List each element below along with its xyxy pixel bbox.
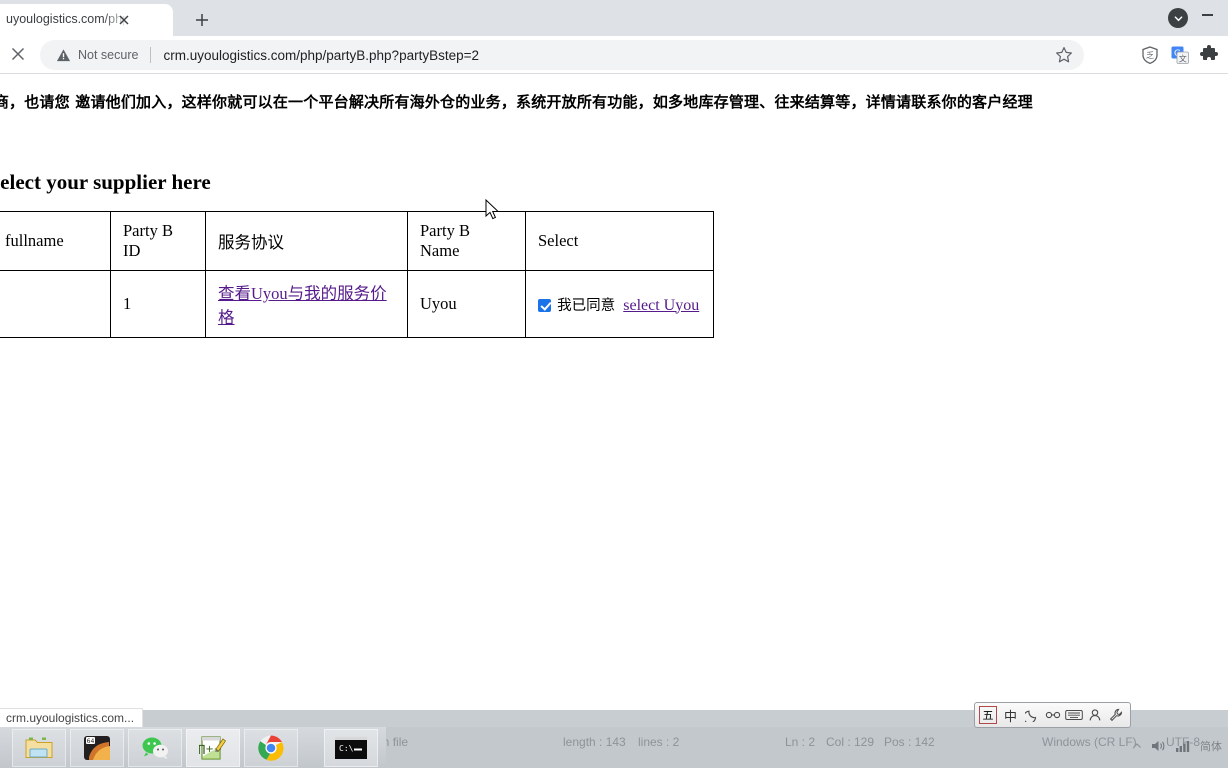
notepad-plus-plus-icon: ∏++ bbox=[199, 735, 227, 760]
moon-icon[interactable] bbox=[1021, 705, 1042, 725]
status-col: Col : 129 bbox=[826, 735, 875, 749]
ime-logo-icon[interactable]: 五 bbox=[979, 706, 997, 724]
browser-window: uyoulogistics.com/php/party bbox=[0, 0, 1228, 710]
taskbar-item-notepadpp[interactable]: ∏++ bbox=[186, 728, 240, 767]
cmd-icon: C:\ bbox=[335, 737, 367, 759]
ime-toolbar: 五 中 bbox=[974, 702, 1131, 728]
warning-triangle-icon bbox=[56, 48, 71, 61]
browser-tab[interactable]: uyoulogistics.com/php/party bbox=[0, 4, 173, 36]
star-icon[interactable] bbox=[1054, 45, 1074, 65]
browser-toolbar: Not secure crm.uyoulogistics.com/php/par… bbox=[0, 36, 1228, 74]
download-chevron-icon[interactable] bbox=[1168, 8, 1188, 28]
taskbar-item-chrome[interactable] bbox=[244, 728, 298, 767]
ime-mode-label[interactable]: 简体 bbox=[1200, 738, 1222, 754]
cell-agreement: 查看Uyou与我的服务价格 bbox=[205, 270, 408, 338]
cell-fullname bbox=[0, 270, 111, 338]
agreement-link[interactable]: 查看Uyou与我的服务价格 bbox=[218, 284, 387, 327]
shield-icon[interactable]: 乏 bbox=[1140, 45, 1160, 65]
chevron-up-icon[interactable] bbox=[1132, 741, 1142, 751]
omnibox-separator bbox=[150, 47, 152, 63]
minimize-button[interactable] bbox=[1190, 0, 1224, 30]
column-header-agreement: 服务协议 bbox=[205, 211, 408, 271]
google-translate-icon[interactable]: G 文 bbox=[1170, 45, 1190, 65]
punctuation-icon[interactable] bbox=[1042, 705, 1063, 725]
status-bubble: crm.uyoulogistics.com... bbox=[0, 708, 144, 727]
user-icon[interactable] bbox=[1084, 705, 1105, 725]
svg-text:C:\: C:\ bbox=[339, 744, 354, 753]
cell-party-b-name: Uyou bbox=[407, 270, 526, 338]
page-viewport: 而其他 服务供应商，也请您 邀请他们加入，这样你就可以在一个平台解决所有海外仓的… bbox=[0, 74, 1228, 710]
column-header-fullname: fullname bbox=[0, 211, 111, 271]
security-label: Not secure bbox=[78, 48, 139, 62]
agree-checkbox[interactable] bbox=[538, 298, 551, 312]
column-header-party-b-name: Party B Name bbox=[407, 211, 526, 271]
taskbar-item-command-prompt[interactable]: C:\ bbox=[324, 729, 378, 767]
tab-strip: uyoulogistics.com/php/party bbox=[0, 0, 1228, 36]
status-lines: lines : 2 bbox=[638, 735, 680, 749]
column-header-party-b-id: Party B ID bbox=[110, 211, 206, 271]
status-length: length : 143 bbox=[563, 735, 626, 749]
page-title: select your supplier here bbox=[0, 170, 211, 194]
taskbar-item-7zip[interactable]: 64 bbox=[70, 728, 124, 767]
agree-label: 我已同意 bbox=[557, 297, 616, 314]
column-header-select: Select bbox=[525, 211, 714, 271]
site-security-chip[interactable]: Not secure bbox=[56, 48, 138, 63]
svg-text:乏: 乏 bbox=[1146, 51, 1154, 60]
cell-select: 我已同意 select Uyou bbox=[525, 270, 714, 338]
status-ln: Ln : 2 bbox=[785, 735, 816, 749]
tab-title: uyoulogistics.com/php/party bbox=[6, 12, 128, 26]
select-supplier-link[interactable]: select Uyou bbox=[623, 297, 699, 314]
address-bar[interactable]: Not secure crm.uyoulogistics.com/php/par… bbox=[40, 40, 1084, 70]
folder-icon bbox=[25, 737, 53, 758]
system-tray: 简体 bbox=[1132, 738, 1222, 754]
status-eol: Windows (CR LF) bbox=[1042, 735, 1137, 749]
plus-icon bbox=[196, 14, 208, 26]
svg-text:64: 64 bbox=[87, 738, 95, 745]
wrench-icon[interactable] bbox=[1105, 705, 1126, 725]
notice-banner: 而其他 服务供应商，也请您 邀请他们加入，这样你就可以在一个平台解决所有海外仓的… bbox=[0, 93, 1033, 111]
wechat-icon bbox=[142, 737, 168, 759]
svg-text:文: 文 bbox=[1179, 54, 1187, 64]
chrome-icon bbox=[258, 735, 284, 761]
status-pos: Pos : 142 bbox=[884, 735, 935, 749]
new-tab-button[interactable] bbox=[188, 6, 216, 34]
puzzle-piece-icon[interactable] bbox=[1199, 45, 1219, 65]
wifi-signal-icon[interactable] bbox=[1175, 739, 1191, 753]
archive-64-icon: 64 bbox=[84, 735, 110, 760]
supplier-table: fullname Party B ID 服务协议 Party B Name Se… bbox=[0, 211, 714, 338]
stop-x-icon[interactable] bbox=[4, 40, 32, 68]
taskbar-item-wechat[interactable] bbox=[128, 728, 182, 767]
close-icon[interactable] bbox=[115, 11, 133, 29]
taskbar-item-file-explorer[interactable] bbox=[12, 728, 66, 767]
url-text: crm.uyoulogistics.com/php/partyB.php?par… bbox=[163, 47, 479, 63]
keyboard-icon[interactable] bbox=[1063, 705, 1084, 725]
cell-party-b-id: 1 bbox=[110, 270, 206, 338]
table-header-row: fullname Party B ID 服务协议 Party B Name Se… bbox=[0, 211, 714, 271]
table-row: 1 查看Uyou与我的服务价格 Uyou 我已同意 select Uyou bbox=[0, 270, 714, 338]
speaker-icon[interactable] bbox=[1151, 739, 1166, 753]
minimize-icon bbox=[1201, 14, 1213, 16]
ime-chinese-mode-icon[interactable]: 中 bbox=[1000, 705, 1021, 725]
